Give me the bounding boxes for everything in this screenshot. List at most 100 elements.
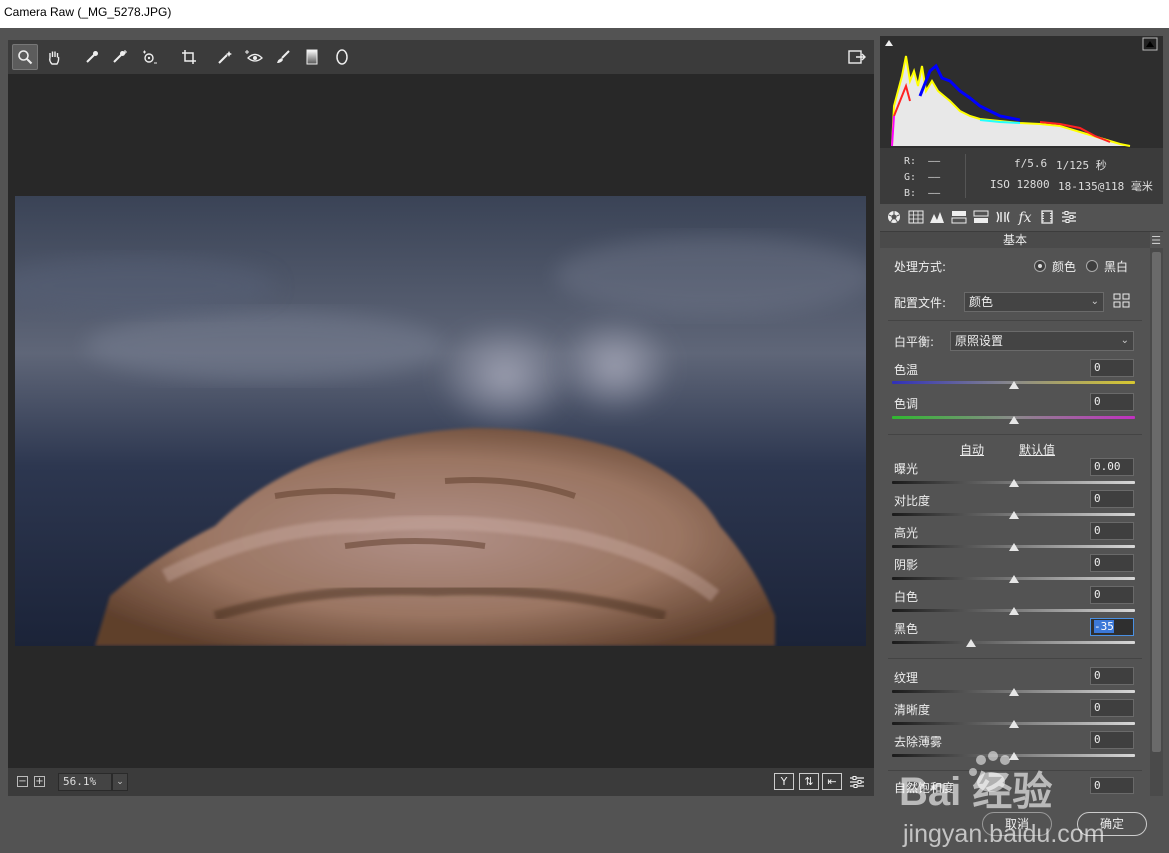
blacks-slider-track[interactable] — [892, 641, 1135, 644]
tool-bar — [8, 40, 874, 74]
treatment-bw-label: 黑白 — [1104, 260, 1129, 274]
green-readout: G: —— — [904, 172, 941, 183]
tint-field[interactable]: 0 — [1090, 393, 1134, 411]
shadows-label: 阴影 — [894, 558, 919, 572]
lens-corrections-tab-icon[interactable] — [995, 210, 1011, 226]
export-icon[interactable] — [844, 44, 870, 70]
graduated-filter-tool-icon[interactable] — [299, 44, 325, 70]
shutter-value: 1/125 秒 — [1056, 159, 1107, 172]
window-title: Camera Raw (_MG_5278.JPG) — [0, 0, 1169, 28]
red-eye-tool-icon[interactable] — [241, 44, 267, 70]
auto-link[interactable]: 自动 — [960, 441, 984, 458]
iso-value: ISO 12800 — [990, 178, 1050, 191]
divider — [888, 658, 1142, 659]
scrollbar-thumb[interactable] — [1152, 252, 1161, 752]
color-sampler-tool-icon[interactable] — [107, 44, 133, 70]
whites-label: 白色 — [894, 590, 919, 604]
temp-field[interactable]: 0 — [1090, 359, 1134, 377]
watermark-url: jingyan.baidu.com — [902, 820, 1105, 848]
shadows-field[interactable]: 0 — [1090, 554, 1134, 572]
whites-field[interactable]: 0 — [1090, 586, 1134, 604]
texture-slider-thumb[interactable] — [1008, 688, 1019, 696]
blacks-field[interactable]: -35 — [1090, 618, 1134, 636]
camera-raw-dialog: − + 56.1% ⌄ Y ⇅ ⇤ R: —— G: —— B: —— f/5.… — [0, 28, 1169, 853]
tone-curve-tab-icon[interactable] — [908, 210, 924, 226]
clarity-slider-thumb[interactable] — [1008, 720, 1019, 728]
texture-label: 纹理 — [894, 671, 919, 685]
zoom-tool-icon[interactable] — [12, 44, 38, 70]
tint-slider-thumb[interactable] — [1008, 416, 1019, 424]
aperture-value: f/5.6 — [1014, 157, 1048, 170]
divider — [888, 434, 1142, 435]
clarity-label: 清晰度 — [894, 703, 931, 717]
contrast-label: 对比度 — [894, 494, 931, 508]
panel-tabs: fx — [880, 204, 1163, 232]
blacks-label: 黑色 — [894, 622, 919, 636]
section-title: 基本 — [880, 232, 1150, 248]
profile-select[interactable]: 颜色 ⌄ — [964, 292, 1104, 312]
white-balance-select[interactable]: 原照设置 ⌄ — [950, 331, 1134, 351]
default-link[interactable]: 默认值 — [1019, 441, 1055, 458]
blue-readout: B: —— — [904, 188, 941, 199]
dehaze-label: 去除薄雾 — [894, 735, 943, 749]
panel-scrollbar[interactable] — [1150, 248, 1163, 796]
treatment-bw-radio[interactable] — [1086, 260, 1098, 272]
blacks-slider-thumb[interactable] — [965, 639, 976, 647]
presets-tab-icon[interactable] — [1061, 210, 1077, 226]
chevron-down-icon: ⌄ — [1090, 296, 1099, 307]
targeted-adjustment-tool-icon[interactable] — [136, 44, 162, 70]
temp-label: 色温 — [894, 363, 919, 377]
dehaze-field[interactable]: 0 — [1090, 731, 1134, 749]
exposure-field[interactable]: 0.00 — [1090, 458, 1134, 476]
zoom-in-icon[interactable]: + — [34, 776, 45, 787]
treatment-label: 处理方式: — [894, 260, 947, 274]
clarity-field[interactable]: 0 — [1090, 699, 1134, 717]
preview-preferences-icon[interactable] — [846, 769, 868, 795]
swap-before-after-icon[interactable]: ⇅ — [799, 773, 819, 790]
photo-preview — [15, 196, 866, 646]
exposure-slider-thumb[interactable] — [1008, 479, 1019, 487]
adjustment-brush-tool-icon[interactable] — [270, 44, 296, 70]
shadows-slider-thumb[interactable] — [1008, 575, 1019, 583]
whites-slider-thumb[interactable] — [1008, 607, 1019, 615]
profile-label: 配置文件: — [894, 296, 947, 310]
zoom-level-field[interactable]: 56.1% — [58, 773, 112, 791]
before-after-view-icon[interactable]: Y — [774, 773, 794, 790]
effects-tab-icon[interactable]: fx — [1017, 210, 1033, 226]
profile-browser-grid-icon[interactable] — [1110, 289, 1134, 313]
hand-tool-icon[interactable] — [41, 44, 67, 70]
treatment-color-radio[interactable] — [1034, 260, 1046, 272]
highlights-slider-thumb[interactable] — [1008, 543, 1019, 551]
panel-menu-icon[interactable]: ☰ — [1151, 234, 1161, 247]
image-preview-canvas[interactable] — [8, 74, 874, 768]
white-balance-tool-icon[interactable] — [79, 44, 105, 70]
zoom-out-icon[interactable]: − — [17, 776, 28, 787]
hsl-tab-icon[interactable] — [951, 210, 967, 226]
white-balance-label: 白平衡: — [894, 335, 935, 349]
exposure-label: 曝光 — [894, 462, 919, 476]
baidu-watermark-logo: Bai 经验 jingyan.baidu.com — [893, 750, 1163, 853]
highlights-field[interactable]: 0 — [1090, 522, 1134, 540]
adjustments-panel: R: —— G: —— B: —— f/5.6 1/125 秒 ISO 1280… — [880, 36, 1163, 796]
split-toning-tab-icon[interactable] — [973, 210, 989, 226]
status-bar: − + 56.1% ⌄ Y ⇅ ⇤ — [8, 768, 874, 796]
divider — [888, 320, 1142, 321]
highlights-label: 高光 — [894, 526, 919, 540]
zoom-dropdown-chevron-icon[interactable]: ⌄ — [112, 773, 128, 791]
histogram — [880, 36, 1163, 148]
crop-tool-icon[interactable] — [176, 44, 202, 70]
camera-calibration-tab-icon[interactable] — [1039, 210, 1055, 226]
chevron-down-icon: ⌄ — [1120, 335, 1129, 346]
red-readout: R: —— — [904, 156, 941, 167]
contrast-field[interactable]: 0 — [1090, 490, 1134, 508]
radial-filter-tool-icon[interactable] — [329, 44, 355, 70]
lens-value: 18-135@118 毫米 — [1058, 180, 1153, 193]
tint-label: 色调 — [894, 397, 919, 411]
spot-removal-tool-icon[interactable] — [212, 44, 238, 70]
texture-field[interactable]: 0 — [1090, 667, 1134, 685]
contrast-slider-thumb[interactable] — [1008, 511, 1019, 519]
basic-tab-icon[interactable] — [886, 210, 902, 226]
detail-tab-icon[interactable] — [929, 210, 945, 226]
temp-slider-thumb[interactable] — [1008, 381, 1019, 389]
copy-current-to-before-icon[interactable]: ⇤ — [822, 773, 842, 790]
